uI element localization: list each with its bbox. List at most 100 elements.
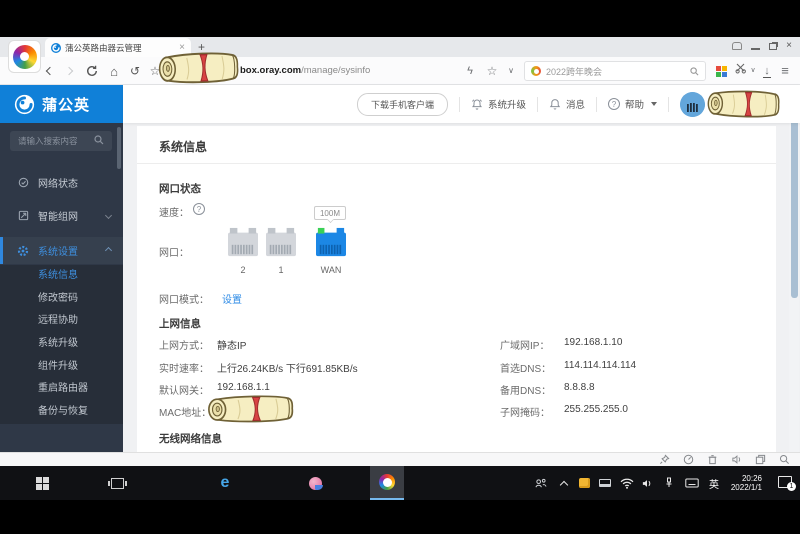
sidebar-item-label: 智能组网 [38, 208, 78, 223]
wifi-icon[interactable] [617, 466, 637, 500]
sidebar-item-label: 系统设置 [38, 243, 78, 258]
site-favicon [51, 43, 61, 53]
scroll-sticker [155, 50, 240, 87]
submenu-item-system-info[interactable]: 系统信息 [0, 265, 123, 288]
address-bar[interactable]: box.oray.com/manage/sysinfo [240, 57, 370, 85]
sidebar-item-network-status[interactable]: 网络状态 [0, 171, 123, 193]
info-label: 上网方式： [159, 337, 209, 352]
browser-pinwheel-icon [379, 474, 395, 490]
favorite-star-icon[interactable]: ☆ [485, 57, 499, 85]
clock-date: 2022/1/1 [731, 483, 762, 493]
edge-icon: e [221, 475, 230, 491]
trash-icon[interactable] [707, 454, 718, 465]
chevron-down-icon [105, 211, 112, 218]
edge-browser-button[interactable]: e [208, 466, 242, 500]
brand-logo-icon [14, 94, 35, 115]
volume-icon[interactable] [637, 466, 657, 500]
forward-icon[interactable] [61, 57, 77, 85]
menu-hamburger-icon[interactable]: ≡ [778, 57, 792, 85]
bell-icon [549, 98, 561, 110]
keyboard-tray-icon[interactable] [682, 466, 702, 500]
submenu-item-restart-router[interactable]: 重启路由器 [0, 378, 123, 401]
browser-search-box[interactable]: 2022跨年晚会 [524, 61, 706, 81]
messages-link[interactable]: 消息 [549, 97, 585, 111]
submenu-item-component-upgrade[interactable]: 组件升级 [0, 356, 123, 379]
divider [668, 97, 669, 112]
info-row: 上网方式： 静态IP 广域网IP： 192.168.1.10 [137, 337, 776, 351]
usb-tray-icon[interactable] [659, 466, 679, 500]
info-label: MAC地址： [159, 404, 211, 419]
favorites-dropdown-icon[interactable]: ∨ [505, 57, 517, 85]
info-label: 实时速率： [159, 360, 209, 375]
search-engine-icon [531, 66, 541, 76]
pushpin-icon[interactable] [659, 454, 670, 465]
submenu-item-change-password[interactable]: 修改密码 [0, 288, 123, 311]
clock-time: 20:26 [731, 474, 762, 484]
sidebar-item-smart-networking[interactable]: 智能组网 [0, 204, 123, 226]
gear-icon [17, 245, 29, 257]
info-row: 实时速率： 上行26.24KB/s 下行691.85KB/s 首选DNS： 11… [137, 360, 776, 374]
taskbar-clock[interactable]: 20:26 2022/1/1 [731, 466, 762, 500]
info-label: 广域网IP： [500, 337, 549, 352]
minimize-icon[interactable] [751, 48, 760, 50]
refresh-icon[interactable] [84, 57, 100, 85]
sidebar-search-icon[interactable] [94, 135, 104, 145]
info-value: 114.114.114.114 [564, 360, 636, 371]
download-icon[interactable]: ↓ [760, 57, 774, 85]
zoom-magnifier-icon[interactable] [779, 454, 790, 465]
sidebar-item-system-settings[interactable]: 系统设置 [0, 237, 123, 264]
port-label: WAN [315, 265, 347, 275]
tray-app-icon[interactable] [574, 466, 594, 500]
network-status-icon [17, 176, 29, 188]
system-upgrade-link[interactable]: 系统升级 [471, 97, 526, 111]
submenu-item-system-upgrade[interactable]: 系统升级 [0, 333, 123, 356]
action-center-icon[interactable]: 1 [778, 476, 792, 488]
port-mode-settings-link[interactable]: 设置 [222, 291, 242, 306]
browser-toolbar: ⌂ ↺ ☆ box.oray.com/manage/sysinfo ϟ ☆ ∨ … [0, 57, 800, 85]
ethernet-port-icon [227, 227, 259, 257]
home-icon[interactable]: ⌂ [106, 57, 122, 85]
sidebar-scrollbar[interactable] [117, 127, 121, 169]
page-scrollbar-thumb[interactable] [791, 115, 798, 298]
windows-cascade-icon[interactable] [755, 454, 766, 465]
info-label: 子网掩码： [500, 404, 550, 419]
undo-icon[interactable]: ↺ [127, 57, 143, 85]
people-tray-icon[interactable] [530, 466, 550, 500]
divider [537, 97, 538, 112]
browser-logo-button[interactable] [8, 40, 41, 73]
start-button[interactable] [25, 466, 59, 500]
url-path: /manage/sysinfo [301, 65, 370, 76]
router-avatar-icon [680, 92, 705, 117]
back-icon[interactable] [42, 57, 58, 85]
download-app-button[interactable]: 下载手机客户端 [357, 93, 448, 116]
speed-help-icon[interactable]: ? [193, 203, 205, 215]
account-avatar[interactable] [680, 92, 705, 117]
brand-header[interactable]: 蒲公英 [0, 85, 123, 123]
submenu-item-remote-assist[interactable]: 远程协助 [0, 310, 123, 333]
windows-logo-icon [36, 477, 49, 490]
task-view-button[interactable] [100, 466, 134, 500]
tray-expand-chevron-icon[interactable] [554, 466, 574, 500]
close-window-icon[interactable]: × [786, 41, 792, 51]
pinned-app-button[interactable] [298, 466, 332, 500]
sidebar-item-label: 网络状态 [38, 175, 78, 190]
apps-grid-icon[interactable] [716, 66, 727, 77]
section-internet-info: 上网信息 [159, 316, 201, 331]
search-magnifier-icon[interactable] [690, 67, 699, 76]
page-title: 系统信息 [159, 138, 207, 155]
restore-icon[interactable] [769, 43, 777, 50]
brand-name: 蒲公英 [42, 94, 90, 115]
info-value: 上行26.24KB/s 下行691.85KB/s [217, 360, 358, 375]
speed-gauge-icon[interactable] [683, 454, 694, 465]
speaker-icon[interactable] [731, 454, 742, 465]
theme-skin-icon[interactable] [732, 42, 742, 50]
display-tray-icon[interactable] [595, 466, 615, 500]
info-value: 192.168.1.1 [217, 382, 270, 393]
help-menu[interactable]: ? 帮助 [608, 97, 657, 111]
scissors-dropdown-icon[interactable]: ∨ [749, 57, 757, 85]
active-browser-button[interactable] [370, 466, 404, 500]
submenu-item-backup-restore[interactable]: 备份与恢复 [0, 401, 123, 424]
quick-launch-icon[interactable]: ϟ [463, 57, 477, 85]
input-language-indicator[interactable]: 英 [704, 466, 724, 500]
screenshot-scissors-icon[interactable] [734, 57, 748, 85]
